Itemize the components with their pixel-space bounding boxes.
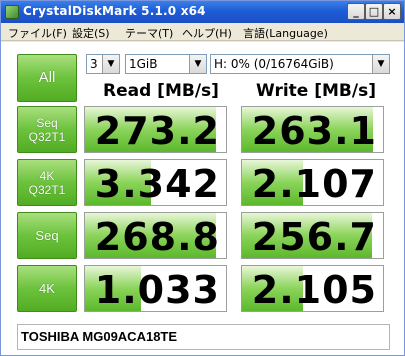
read-value: 1.033 (94, 268, 220, 312)
test-count-value: 3 (90, 57, 98, 71)
chevron-down-icon[interactable]: ▼ (189, 55, 206, 73)
row-label-line1: 4K (39, 168, 55, 183)
menu-file[interactable]: ファイル(F) (8, 25, 67, 41)
row-label-line2: Q32T1 (28, 182, 66, 197)
close-button[interactable]: × (383, 3, 401, 20)
menu-help[interactable]: ヘルプ(H) (182, 25, 232, 41)
seq-button[interactable]: Seq (17, 212, 77, 259)
all-button[interactable]: All (17, 54, 77, 102)
write-column-header: Write [MB/s] (256, 81, 376, 101)
seq-q32t1-button[interactable]: Seq Q32T1 (17, 106, 77, 153)
4k-q32t1-read-result: 3.342 (84, 159, 227, 206)
seq-write-result: 256.7 (241, 212, 384, 259)
row-label-line1: Seq (36, 115, 58, 130)
write-value: 256.7 (251, 215, 377, 259)
title-bar[interactable]: CrystalDiskMark 5.1.0 x64 _ □ × (1, 1, 404, 23)
menu-theme[interactable]: テーマ(T) (125, 25, 173, 41)
maximize-button[interactable]: □ (365, 3, 383, 20)
main-panel: All 3 ▼ 1GiB ▼ H: 0% (0/16764GiB) ▼ Read… (1, 42, 404, 355)
seq-q32t1-read-result: 273.2 (84, 106, 227, 153)
test-count-select[interactable]: 3 ▼ (86, 54, 120, 74)
row-label-line2: Q32T1 (28, 129, 66, 144)
row-label: Seq (35, 227, 59, 243)
read-column-header: Read [MB/s] (103, 81, 219, 101)
read-value: 273.2 (94, 109, 220, 153)
write-value: 2.107 (251, 162, 377, 206)
app-icon (5, 5, 19, 19)
drive-select[interactable]: H: 0% (0/16764GiB) ▼ (210, 54, 390, 74)
chevron-down-icon[interactable]: ▼ (372, 55, 389, 73)
test-size-value: 1GiB (129, 57, 158, 71)
write-value: 2.105 (251, 268, 377, 312)
menu-settings[interactable]: 設定(S) (72, 25, 110, 41)
4k-read-result: 1.033 (84, 265, 227, 312)
chevron-down-icon[interactable]: ▼ (102, 55, 119, 73)
write-value: 263.1 (251, 109, 377, 153)
seq-q32t1-write-result: 263.1 (241, 106, 384, 153)
window-title: CrystalDiskMark 5.1.0 x64 (23, 4, 206, 18)
read-value: 268.8 (94, 215, 220, 259)
menu-bar: ファイル(F) 設定(S) テーマ(T) ヘルプ(H) 言語(Language) (1, 23, 404, 41)
row-label: 4K (39, 280, 55, 296)
seq-read-result: 268.8 (84, 212, 227, 259)
4k-q32t1-write-result: 2.107 (241, 159, 384, 206)
drive-value: H: 0% (0/16764GiB) (214, 57, 334, 71)
menu-language[interactable]: 言語(Language) (243, 25, 328, 41)
minimize-button[interactable]: _ (347, 3, 365, 20)
app-window: CrystalDiskMark 5.1.0 x64 _ □ × ファイル(F) … (0, 0, 405, 356)
4k-button[interactable]: 4K (17, 265, 77, 312)
comment-field[interactable]: TOSHIBA MG09ACA18TE (17, 324, 390, 350)
4k-q32t1-button[interactable]: 4K Q32T1 (17, 159, 77, 206)
read-value: 3.342 (94, 162, 220, 206)
test-size-select[interactable]: 1GiB ▼ (125, 54, 207, 74)
4k-write-result: 2.105 (241, 265, 384, 312)
